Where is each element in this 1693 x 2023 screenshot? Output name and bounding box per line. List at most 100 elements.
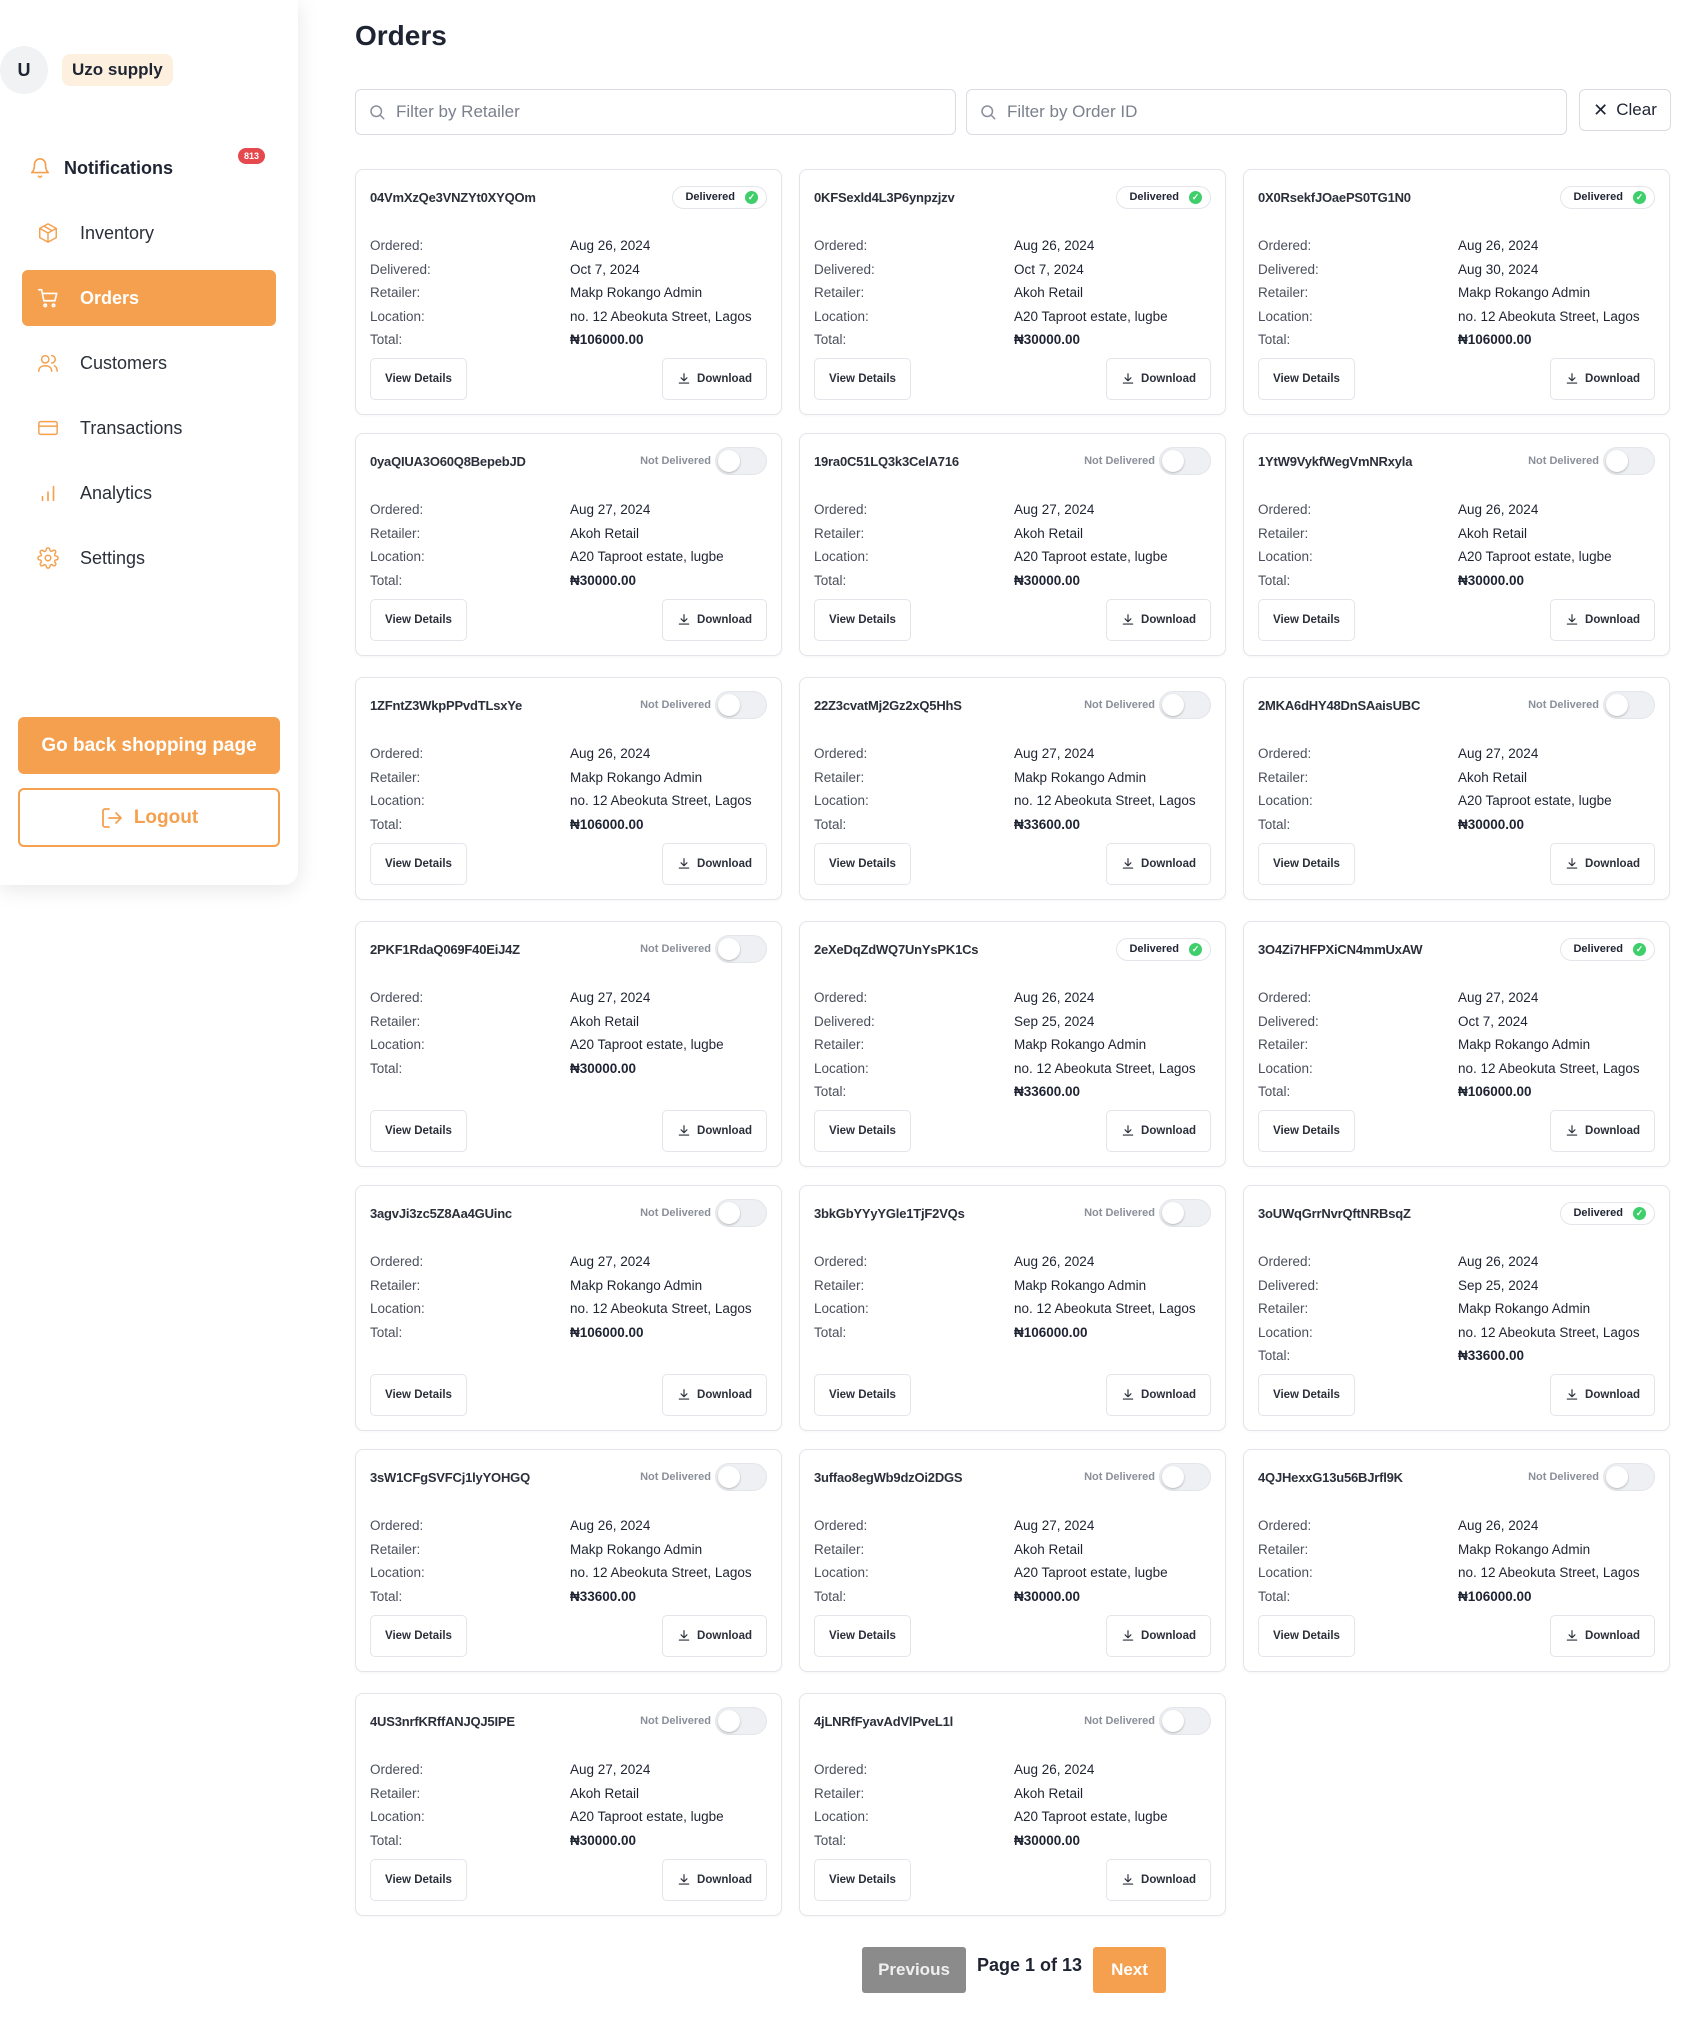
- view-details-button[interactable]: View Details: [814, 1110, 911, 1152]
- sidebar-item-orders[interactable]: Orders: [22, 270, 276, 326]
- detail-label: Location:: [370, 308, 425, 324]
- order-card-actions: View Details Download: [370, 599, 767, 641]
- detail-row-retailer: Retailer: Makp Rokango Admin: [370, 1538, 771, 1562]
- clear-filters-button[interactable]: ✕ Clear: [1579, 89, 1671, 131]
- previous-button[interactable]: Previous: [862, 1947, 966, 1993]
- download-button[interactable]: Download: [1550, 843, 1655, 885]
- download-button[interactable]: Download: [662, 599, 767, 641]
- download-icon: [1121, 1124, 1141, 1138]
- order-id-filter[interactable]: [966, 89, 1567, 135]
- delivery-toggle[interactable]: [1603, 447, 1655, 475]
- delivery-toggle[interactable]: [1159, 1707, 1211, 1735]
- view-details-button[interactable]: View Details: [370, 1615, 467, 1657]
- next-button[interactable]: Next: [1093, 1947, 1166, 1993]
- view-details-button[interactable]: View Details: [370, 843, 467, 885]
- delivery-toggle[interactable]: [1603, 691, 1655, 719]
- detail-label: Location:: [1258, 308, 1313, 324]
- delivery-toggle[interactable]: [1159, 1463, 1211, 1491]
- view-details-button[interactable]: View Details: [370, 1110, 467, 1152]
- detail-label: Retailer:: [370, 1277, 421, 1293]
- delivery-toggle[interactable]: [715, 1199, 767, 1227]
- sidebar-item-transactions[interactable]: Transactions: [22, 400, 276, 456]
- order-details: Ordered: Aug 26, 2024 Retailer: Makp Rokang…: [814, 1250, 1215, 1344]
- sidebar-item-customers[interactable]: Customers: [22, 335, 276, 391]
- sidebar-item-notifications[interactable]: Notifications 813: [22, 140, 276, 196]
- order-card-actions: View Details Download: [370, 1374, 767, 1416]
- detail-row-ordered: Ordered: Aug 27, 2024: [370, 986, 771, 1010]
- avatar[interactable]: U: [0, 46, 48, 94]
- order-card: 0yaQIUA3O60Q8BepebJD Not Delivered Ordered…: [355, 433, 782, 656]
- download-label: Download: [1141, 1874, 1196, 1886]
- logout-button[interactable]: Logout: [18, 788, 280, 847]
- go-back-shopping-button[interactable]: Go back shopping page: [18, 717, 280, 774]
- delivery-toggle[interactable]: [715, 1707, 767, 1735]
- download-button[interactable]: Download: [1106, 843, 1211, 885]
- view-details-button[interactable]: View Details: [814, 1615, 911, 1657]
- detail-label: Retailer:: [814, 769, 865, 785]
- sidebar-item-settings[interactable]: Settings: [22, 530, 276, 586]
- view-details-button[interactable]: View Details: [1258, 358, 1355, 400]
- detail-value-ordered: Aug 27, 2024: [1014, 502, 1095, 518]
- download-icon: [677, 1873, 697, 1887]
- download-button[interactable]: Download: [1550, 1110, 1655, 1152]
- download-label: Download: [697, 373, 752, 385]
- bar-chart-icon: [36, 481, 60, 505]
- delivery-toggle[interactable]: [715, 447, 767, 475]
- detail-label: Retailer:: [370, 525, 421, 541]
- view-details-button[interactable]: View Details: [814, 599, 911, 641]
- download-button[interactable]: Download: [1106, 1615, 1211, 1657]
- download-button[interactable]: Download: [1106, 1374, 1211, 1416]
- view-details-button[interactable]: View Details: [1258, 1374, 1355, 1416]
- profile[interactable]: U Uzo supply: [0, 46, 173, 94]
- download-button[interactable]: Download: [662, 358, 767, 400]
- detail-value-retailer: Makp Rokango Admin: [1458, 285, 1591, 301]
- view-details-button[interactable]: View Details: [814, 1374, 911, 1416]
- download-button[interactable]: Download: [1106, 599, 1211, 641]
- view-details-button[interactable]: View Details: [370, 1374, 467, 1416]
- order-id-filter-input[interactable]: [1007, 102, 1566, 122]
- delivery-toggle[interactable]: [1159, 691, 1211, 719]
- view-details-button[interactable]: View Details: [814, 1859, 911, 1901]
- delivery-toggle[interactable]: [715, 691, 767, 719]
- detail-label: Total:: [814, 1324, 847, 1340]
- view-details-button[interactable]: View Details: [814, 358, 911, 400]
- delivery-toggle[interactable]: [715, 935, 767, 963]
- delivery-toggle[interactable]: [1603, 1463, 1655, 1491]
- view-details-button[interactable]: View Details: [1258, 1615, 1355, 1657]
- detail-value-retailer: Makp Rokango Admin: [1458, 1301, 1591, 1317]
- download-button[interactable]: Download: [1106, 358, 1211, 400]
- download-button[interactable]: Download: [662, 843, 767, 885]
- download-button[interactable]: Download: [1550, 1374, 1655, 1416]
- download-button[interactable]: Download: [662, 1615, 767, 1657]
- order-card: 1YtW9VykfWegVmNRxyla Not Delivered Ordered…: [1243, 433, 1670, 656]
- view-details-button[interactable]: View Details: [370, 599, 467, 641]
- download-button[interactable]: Download: [1106, 1110, 1211, 1152]
- order-card-header: 19ra0C51LQ3k3CelA716 Not Delivered: [814, 446, 1211, 476]
- download-button[interactable]: Download: [1550, 599, 1655, 641]
- view-details-button[interactable]: View Details: [1258, 599, 1355, 641]
- retailer-filter-input[interactable]: [396, 102, 955, 122]
- download-button[interactable]: Download: [662, 1859, 767, 1901]
- view-details-button[interactable]: View Details: [1258, 1110, 1355, 1152]
- download-button[interactable]: Download: [1106, 1859, 1211, 1901]
- view-details-button[interactable]: View Details: [1258, 843, 1355, 885]
- delivery-toggle[interactable]: [1159, 1199, 1211, 1227]
- sidebar-item-inventory[interactable]: Inventory: [22, 205, 276, 261]
- download-button[interactable]: Download: [1550, 358, 1655, 400]
- sidebar: U Uzo supply Notifications 813 Inventory…: [0, 0, 298, 885]
- view-details-button[interactable]: View Details: [370, 1859, 467, 1901]
- retailer-filter[interactable]: [355, 89, 956, 135]
- detail-value-retailer: Akoh Retail: [1458, 769, 1528, 785]
- download-button[interactable]: Download: [662, 1110, 767, 1152]
- download-icon: [677, 1629, 697, 1643]
- order-details: Ordered: Aug 27, 2024 Retailer: Akoh Retail…: [370, 498, 771, 592]
- delivery-toggle[interactable]: [715, 1463, 767, 1491]
- download-button[interactable]: Download: [662, 1374, 767, 1416]
- sidebar-item-analytics[interactable]: Analytics: [22, 465, 276, 521]
- download-button[interactable]: Download: [1550, 1615, 1655, 1657]
- view-details-button[interactable]: View Details: [814, 843, 911, 885]
- delivery-toggle[interactable]: [1159, 447, 1211, 475]
- order-card-actions: View Details Download: [814, 1110, 1211, 1152]
- view-details-button[interactable]: View Details: [370, 358, 467, 400]
- detail-label: Total:: [814, 816, 847, 832]
